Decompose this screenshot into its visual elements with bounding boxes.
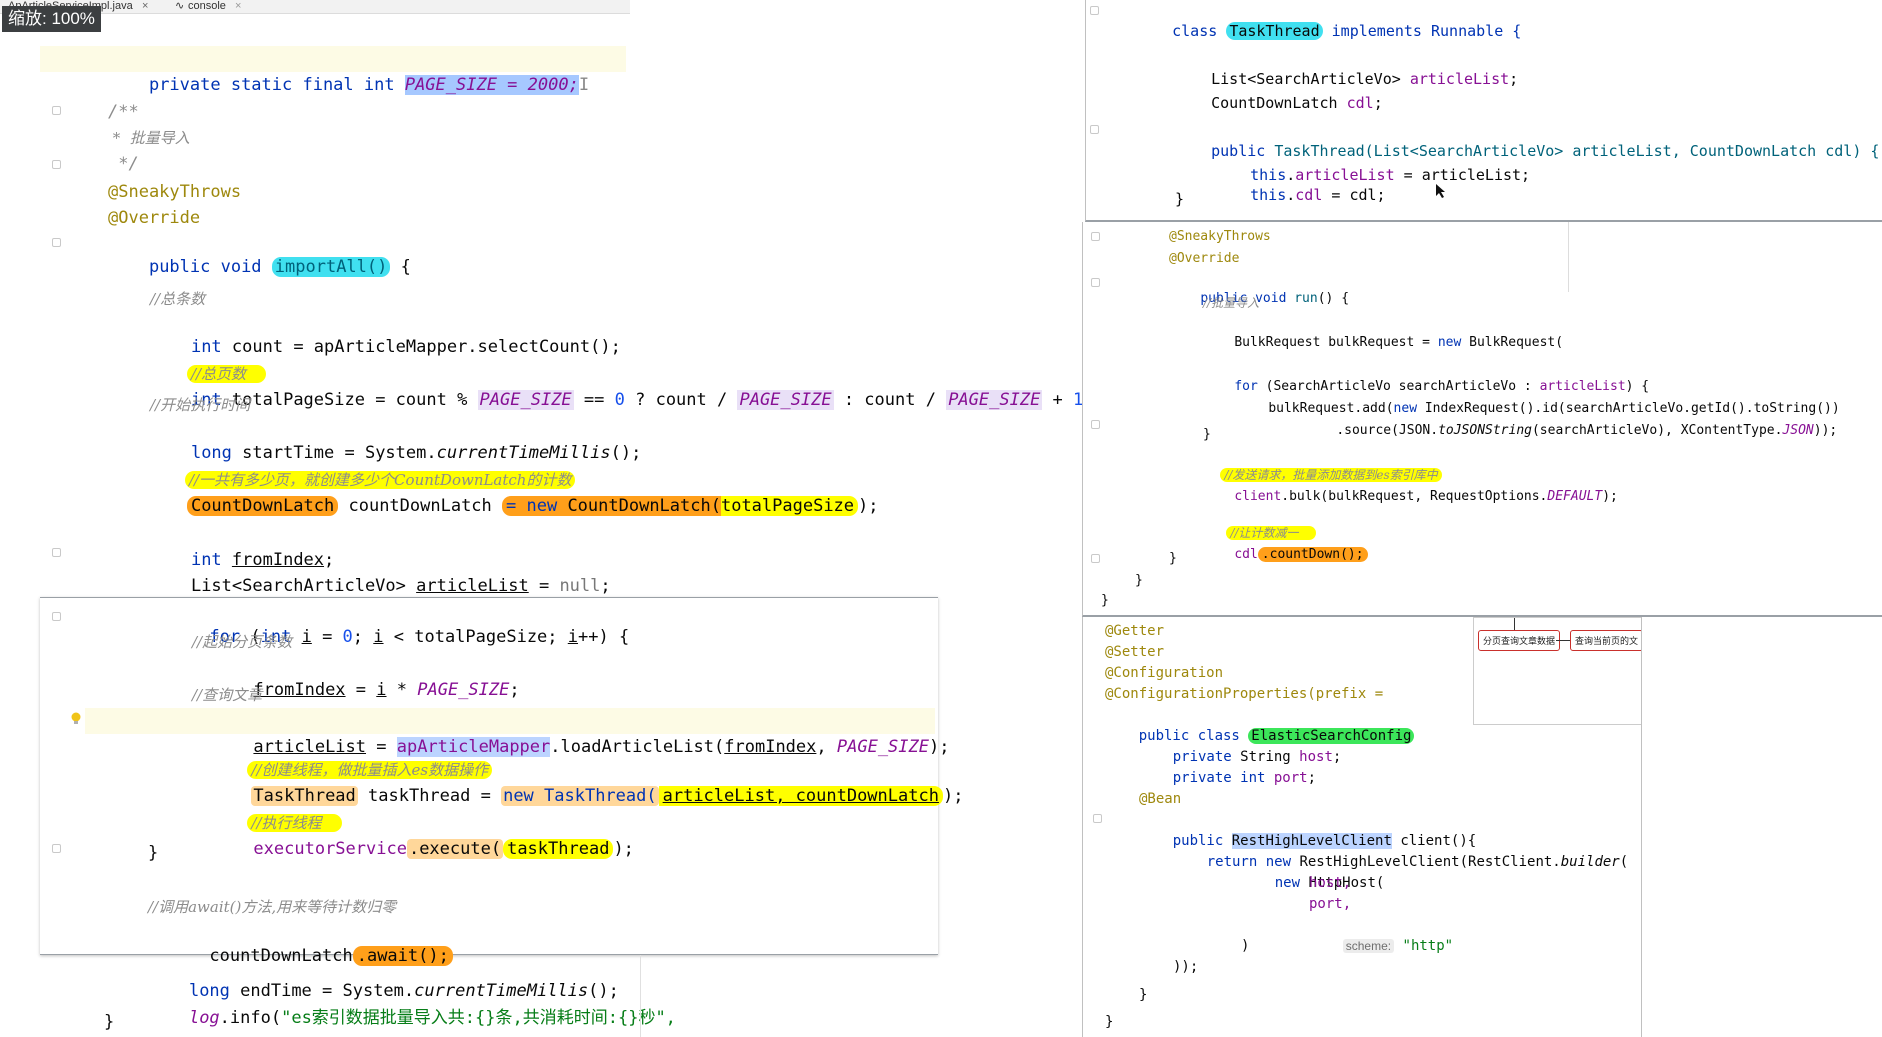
divider (640, 955, 641, 1037)
close-outer: } (1101, 593, 1109, 608)
fold-icon[interactable] (52, 106, 61, 115)
mouse-pointer-icon (1436, 184, 1445, 198)
doc-comment-end: */ (108, 154, 139, 174)
fold-icon[interactable] (52, 548, 61, 557)
comment-await: //调用await()方法,用来等待计数归零 (148, 898, 397, 916)
fold-icon[interactable] (1091, 554, 1100, 563)
annotation-override: @Override (1169, 251, 1240, 266)
code-line-close-for: } (148, 843, 159, 863)
code-line-final-brace: } (104, 1012, 115, 1032)
zoom-indicator: 缩放: 100% (2, 6, 101, 32)
task-thread-class-snippet: class TaskThread implements Runnable { L… (1085, 0, 1882, 222)
code-line-count-down[interactable]: cdl .countDown(); (1203, 528, 1368, 582)
close-run: } (1169, 551, 1177, 566)
arg-host[interactable]: host, (1309, 873, 1351, 894)
close-http-host: ) (1241, 938, 1250, 954)
code-line-article-list-assign[interactable]: articleList = apArticleMapper.loadArticl… (85, 708, 949, 757)
doc-comment-body: * 批量导入 (108, 129, 190, 147)
close-for: } (1203, 427, 1211, 442)
tab-console[interactable]: console (188, 0, 226, 14)
for-loop-snippet: for (int i = 0; i < totalPageSize; i++) … (40, 597, 963, 966)
close-class: } (1105, 1014, 1114, 1030)
fold-icon[interactable] (1091, 278, 1100, 287)
flow-diagram-fragment: 分页查询文章数据 查询当前页的文 (1473, 617, 1641, 725)
elastic-config-snippet: 分页查询文章数据 查询当前页的文 @Getter @Setter @Config… (1082, 617, 1642, 1037)
code-line-log[interactable]: log.info("es索引数据批量导入共:{}条,共消耗时间:{}秒", (148, 985, 676, 1037)
fold-icon[interactable] (1090, 125, 1099, 134)
diagram-box-current-page: 查询当前页的文 (1570, 630, 1641, 651)
code-line-page-size[interactable]: private static final int PAGE_SIZE = 200… (40, 46, 626, 95)
annotation-bean: @Bean (1139, 791, 1182, 807)
comment-batch-import: //批量导入 (1203, 296, 1260, 310)
fold-icon[interactable] (1091, 420, 1100, 429)
annotation-configuration-properties: @ConfigurationProperties(prefix = (1105, 686, 1384, 702)
run-method-snippet: @SneakyThrows @Override public void run(… (1082, 222, 1882, 617)
fold-icon[interactable] (52, 612, 61, 621)
close-method: } (1139, 987, 1148, 1003)
fold-icon[interactable] (1091, 232, 1100, 241)
doc-comment-start: /** (108, 102, 139, 122)
arg-port[interactable]: port, (1309, 894, 1351, 915)
comment-start-time: //开始执行时间 (150, 396, 251, 414)
close-class: } (1135, 573, 1143, 588)
annotation-sneaky-throws: @SneakyThrows (1169, 229, 1271, 244)
comment-page-start: //起始分页条数 (192, 633, 293, 651)
parameter-hint: scheme: (1342, 939, 1395, 953)
fold-icon[interactable] (1090, 6, 1099, 15)
fold-icon[interactable] (52, 844, 61, 853)
annotation-setter: @Setter (1105, 644, 1165, 660)
comment-total-count: //总条数 (150, 290, 206, 308)
close-builder: )); (1173, 959, 1199, 975)
code-line-execute[interactable]: executorService .execute(taskThread); (192, 816, 634, 882)
annotation-getter: @Getter (1105, 623, 1165, 639)
constructor-close: } (1175, 190, 1185, 208)
fold-icon[interactable] (52, 160, 61, 169)
comment-query-article: //查询文章 (192, 686, 263, 704)
lightbulb-icon[interactable] (70, 712, 82, 726)
diagram-box-paginated-query: 分页查询文章数据 (1478, 630, 1561, 651)
assign-cdl[interactable]: this.cdl = cdl; (1094, 165, 1882, 220)
annotation-override: @Override (108, 208, 201, 228)
main-editor[interactable]: ApArticleServiceImpl.java × ∿ console × … (0, 0, 1094, 1037)
close-icon[interactable]: × (235, 0, 241, 14)
fold-icon[interactable] (52, 238, 61, 247)
arg-scheme[interactable]: scheme: "http" (1309, 915, 1453, 978)
annotation-configuration: @Configuration (1105, 665, 1224, 681)
close-icon[interactable]: × (142, 0, 148, 14)
annotation-sneaky-throws: @SneakyThrows (108, 182, 242, 202)
console-icon: ∿ (175, 0, 185, 12)
